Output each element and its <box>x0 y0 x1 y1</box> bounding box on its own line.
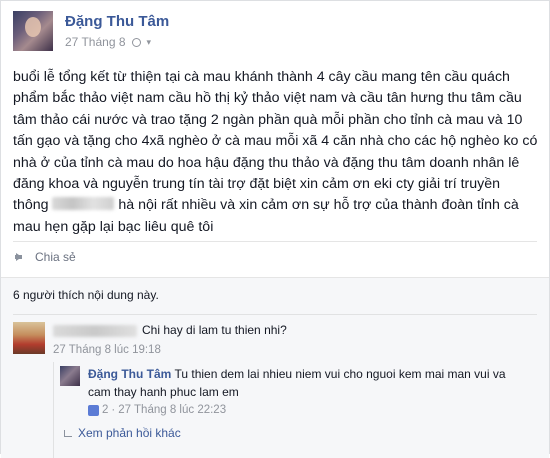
share-label: Chia sẻ <box>35 250 76 264</box>
divider <box>13 314 537 315</box>
post-card: Đặng Thu Tâm 27 Tháng 8 ▾ buổi lễ tổng k… <box>0 0 550 458</box>
globe-icon <box>131 37 141 47</box>
share-button[interactable]: Chia sẻ <box>15 250 76 264</box>
likes-text: 6 người thích nội dung này. <box>13 288 159 302</box>
share-icon <box>15 251 29 263</box>
divider <box>13 241 537 242</box>
post-body-part1: buổi lễ tổng kết từ thiện tại cà mau khá… <box>13 69 538 214</box>
reply-author-avatar[interactable] <box>60 366 80 386</box>
separator-dot: · <box>111 404 116 416</box>
chevron-down-icon[interactable]: ▾ <box>147 37 152 48</box>
likes-count[interactable]: 6 người thích nội dung này. <box>13 288 159 302</box>
reply-meta: 2 · 27 Tháng 8 lúc 22:23 <box>88 404 226 416</box>
author-name[interactable]: Đặng Thu Tâm <box>65 13 169 30</box>
more-replies-label: Xem phản hồi khác <box>78 426 181 440</box>
redacted-commenter-name <box>53 325 137 337</box>
like-thumb-icon <box>88 404 99 416</box>
feedback-section: 6 người thích nội dung này. Chi hay di l… <box>1 277 549 458</box>
reply-thread: Đặng Thu Tâm Tu thien dem lai nhieu niem… <box>53 362 540 458</box>
post-date[interactable]: 27 Tháng 8 <box>65 35 126 49</box>
view-more-replies-link[interactable]: Xem phản hồi khác <box>64 426 181 440</box>
reply-time[interactable]: 27 Tháng 8 lúc 22:23 <box>118 404 226 416</box>
comment-time[interactable]: 27 Tháng 8 lúc 19:18 <box>53 344 161 356</box>
comment-text: Chi hay di lam tu thien nhi? <box>142 323 287 337</box>
post-meta: 27 Tháng 8 ▾ <box>65 35 151 49</box>
commenter-avatar[interactable] <box>13 322 45 354</box>
reply-like-count[interactable]: 2 <box>102 404 108 416</box>
redacted-text <box>52 197 115 211</box>
post-body: buổi lễ tổng kết từ thiện tại cà mau khá… <box>13 67 539 238</box>
author-avatar[interactable] <box>13 11 53 51</box>
reply-arrow-icon <box>64 429 72 437</box>
reply-author-name[interactable]: Đặng Thu Tâm <box>88 367 171 381</box>
reply-body: Đặng Thu Tâm Tu thien dem lai nhieu niem… <box>88 365 528 401</box>
